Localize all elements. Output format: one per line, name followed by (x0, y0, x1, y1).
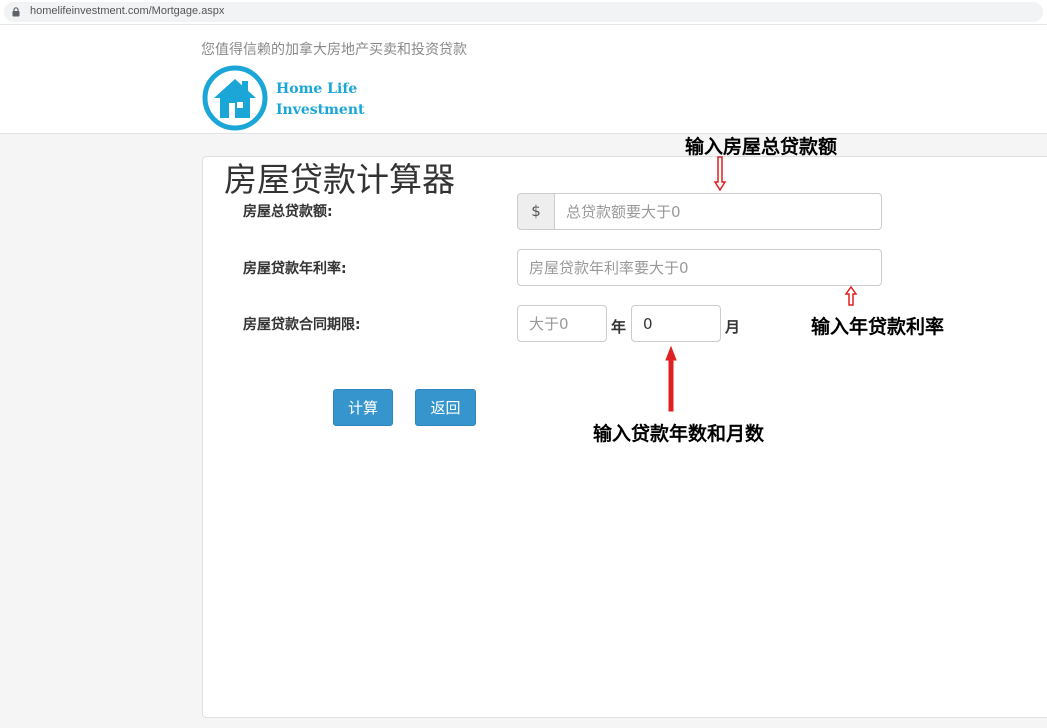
lock-icon (12, 7, 20, 17)
term-years-input[interactable] (517, 305, 607, 342)
interest-rate-label: 房屋贷款年利率: (243, 261, 347, 277)
arrow-up-icon (844, 286, 858, 306)
brand-line-1: Home Life (276, 81, 358, 97)
url-text: homelifeinvestment.com/Mortgage.aspx (30, 5, 225, 17)
dollar-prefix: $ (517, 193, 555, 230)
annotation-interest-rate: 输入年贷款利率 (811, 316, 945, 338)
address-field[interactable]: homelifeinvestment.com/Mortgage.aspx (4, 2, 1043, 22)
years-unit-label: 年 (611, 318, 627, 336)
brand-line-2: Investment (276, 102, 365, 118)
back-button[interactable]: 返回 (415, 389, 476, 426)
browser-address-bar[interactable]: homelifeinvestment.com/Mortgage.aspx (0, 0, 1047, 25)
loan-amount-input[interactable] (554, 193, 882, 230)
months-unit-label: 月 (725, 318, 741, 336)
arrow-down-icon (713, 156, 727, 192)
arrow-up-icon (665, 346, 677, 412)
annotation-loan-amount: 输入房屋总贷款额 (685, 136, 838, 158)
term-months-input[interactable] (631, 305, 721, 342)
page-title: 房屋贷款计算器 (224, 160, 455, 199)
annotation-loan-term: 输入贷款年数和月数 (593, 423, 765, 445)
site-header: 您值得信赖的加拿大房地产买卖和投资贷款 Home Life Investment (0, 25, 1047, 134)
loan-term-label: 房屋贷款合同期限: (243, 317, 361, 333)
interest-rate-input[interactable] (517, 249, 882, 286)
loan-amount-label: 房屋总贷款额: (243, 204, 333, 220)
calculate-button[interactable]: 计算 (333, 389, 393, 426)
house-logo-icon[interactable] (202, 65, 268, 131)
brand-name[interactable]: Home Life Investment (276, 79, 364, 121)
tagline: 您值得信赖的加拿大房地产买卖和投资贷款 (201, 42, 467, 58)
